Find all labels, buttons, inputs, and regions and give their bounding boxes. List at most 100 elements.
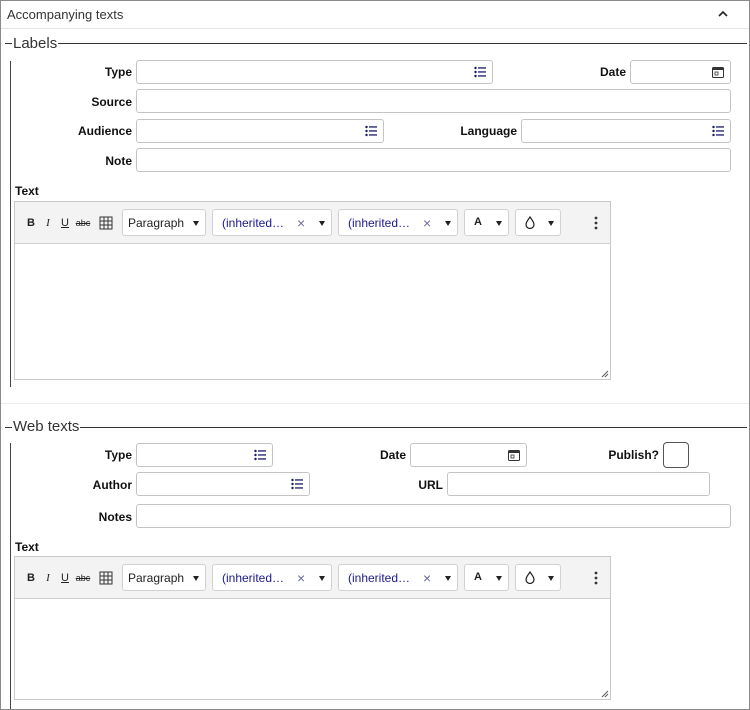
labels-text-editor: B I U abc Paragraph (inherited… × (inher… bbox=[14, 201, 611, 380]
drop-icon bbox=[525, 571, 535, 584]
labels-language-input[interactable] bbox=[522, 120, 730, 142]
strikethrough-button[interactable]: abc bbox=[75, 215, 91, 231]
labels-source-input[interactable] bbox=[137, 90, 730, 112]
paragraph-dropdown[interactable]: Paragraph bbox=[122, 564, 206, 591]
labels-language-label: Language bbox=[460, 124, 517, 138]
table-icon[interactable] bbox=[99, 571, 113, 585]
resize-handle-icon[interactable] bbox=[601, 690, 609, 698]
paragraph-dropdown[interactable]: Paragraph bbox=[122, 209, 206, 236]
labels-date-field[interactable] bbox=[630, 60, 731, 84]
web-notes-field[interactable] bbox=[136, 504, 731, 528]
editor-toolbar: B I U abc Paragraph (inherited… × (inher… bbox=[15, 557, 610, 599]
labels-date-label: Date bbox=[599, 65, 626, 79]
font-size-value: (inherited… bbox=[348, 571, 411, 585]
web-date-field[interactable] bbox=[410, 443, 527, 467]
web-author-label: Author bbox=[92, 478, 132, 492]
web-date-label: Date bbox=[379, 448, 406, 462]
drop-icon bbox=[525, 216, 535, 229]
font-size-value: (inherited… bbox=[348, 216, 411, 230]
highlight-dropdown[interactable] bbox=[515, 564, 561, 591]
more-vertical-icon[interactable] bbox=[594, 570, 598, 586]
caret-down-icon bbox=[319, 576, 325, 581]
labels-audience-input[interactable] bbox=[137, 120, 383, 142]
web-section-border bbox=[10, 443, 11, 709]
font-color-dropdown[interactable]: A bbox=[464, 564, 509, 591]
web-author-field[interactable] bbox=[136, 472, 310, 496]
chevron-up-icon[interactable] bbox=[715, 6, 731, 22]
underline-button[interactable]: U bbox=[59, 570, 71, 586]
font-color-icon: A bbox=[474, 571, 482, 583]
labels-note-input[interactable] bbox=[137, 149, 730, 171]
labels-legend: Labels bbox=[12, 35, 59, 53]
font-family-dropdown[interactable]: (inherited… × bbox=[212, 564, 332, 591]
font-color-dropdown[interactable]: A bbox=[464, 209, 509, 236]
italic-button[interactable]: I bbox=[42, 570, 54, 586]
font-family-dropdown[interactable]: (inherited… × bbox=[212, 209, 332, 236]
font-size-dropdown[interactable]: (inherited… × bbox=[338, 564, 458, 591]
italic-button[interactable]: I bbox=[42, 215, 54, 231]
clear-font-size-icon[interactable]: × bbox=[423, 215, 431, 231]
list-icon[interactable] bbox=[253, 448, 267, 462]
strikethrough-button[interactable]: abc bbox=[75, 570, 91, 586]
web-notes-input[interactable] bbox=[137, 505, 730, 527]
highlight-dropdown[interactable] bbox=[515, 209, 561, 236]
list-icon[interactable] bbox=[711, 124, 725, 138]
paragraph-value: Paragraph bbox=[128, 571, 185, 585]
labels-source-field[interactable] bbox=[136, 89, 731, 113]
panel-header[interactable]: Accompanying texts bbox=[1, 1, 749, 29]
web-url-label: URL bbox=[418, 478, 443, 492]
more-vertical-icon[interactable] bbox=[594, 215, 598, 231]
web-url-input[interactable] bbox=[448, 473, 709, 495]
table-icon[interactable] bbox=[99, 216, 113, 230]
caret-down-icon bbox=[319, 221, 325, 226]
resize-handle-icon[interactable] bbox=[601, 370, 609, 378]
web-section-line bbox=[5, 427, 747, 428]
calendar-icon[interactable] bbox=[711, 65, 725, 79]
web-type-label: Type bbox=[104, 448, 132, 462]
web-notes-label: Notes bbox=[98, 510, 132, 524]
font-color-icon: A bbox=[474, 216, 482, 228]
labels-audience-field[interactable] bbox=[136, 119, 384, 143]
web-text-area[interactable] bbox=[15, 599, 610, 699]
web-author-input[interactable] bbox=[137, 473, 309, 495]
calendar-icon[interactable] bbox=[507, 448, 521, 462]
font-family-value: (inherited… bbox=[222, 571, 285, 585]
publish-label: Publish? bbox=[608, 448, 659, 462]
caret-down-icon bbox=[445, 576, 451, 581]
web-type-field[interactable] bbox=[136, 443, 273, 467]
labels-note-field[interactable] bbox=[136, 148, 731, 172]
list-icon[interactable] bbox=[290, 477, 304, 491]
clear-font-family-icon[interactable]: × bbox=[297, 570, 305, 586]
caret-down-icon bbox=[445, 221, 451, 226]
caret-down-icon bbox=[548, 221, 554, 226]
caret-down-icon bbox=[193, 576, 199, 581]
accompanying-texts-panel: Accompanying texts Labels Type Date Sour… bbox=[0, 0, 750, 710]
paragraph-value: Paragraph bbox=[128, 216, 185, 230]
caret-down-icon bbox=[496, 576, 502, 581]
caret-down-icon bbox=[193, 221, 199, 226]
section-separator bbox=[1, 403, 749, 404]
web-type-input[interactable] bbox=[137, 444, 272, 466]
clear-font-size-icon[interactable]: × bbox=[423, 570, 431, 586]
labels-section-line bbox=[5, 43, 747, 44]
list-icon[interactable] bbox=[364, 124, 378, 138]
labels-type-label: Type bbox=[104, 65, 132, 79]
web-legend: Web texts bbox=[12, 418, 81, 436]
caret-down-icon bbox=[548, 576, 554, 581]
web-text-label: Text bbox=[15, 540, 39, 554]
clear-font-family-icon[interactable]: × bbox=[297, 215, 305, 231]
web-text-editor: B I U abc Paragraph (inherited… × (inher… bbox=[14, 556, 611, 700]
list-icon[interactable] bbox=[473, 65, 487, 79]
bold-button[interactable]: B bbox=[25, 570, 37, 586]
labels-type-input[interactable] bbox=[137, 61, 492, 83]
labels-text-area[interactable] bbox=[15, 244, 610, 379]
publish-checkbox[interactable] bbox=[663, 442, 689, 468]
font-size-dropdown[interactable]: (inherited… × bbox=[338, 209, 458, 236]
editor-toolbar: B I U abc Paragraph (inherited… × (inher… bbox=[15, 202, 610, 244]
labels-type-field[interactable] bbox=[136, 60, 493, 84]
labels-language-field[interactable] bbox=[521, 119, 731, 143]
bold-button[interactable]: B bbox=[25, 215, 37, 231]
underline-button[interactable]: U bbox=[59, 215, 71, 231]
panel-title: Accompanying texts bbox=[7, 7, 124, 22]
web-url-field[interactable] bbox=[447, 472, 710, 496]
